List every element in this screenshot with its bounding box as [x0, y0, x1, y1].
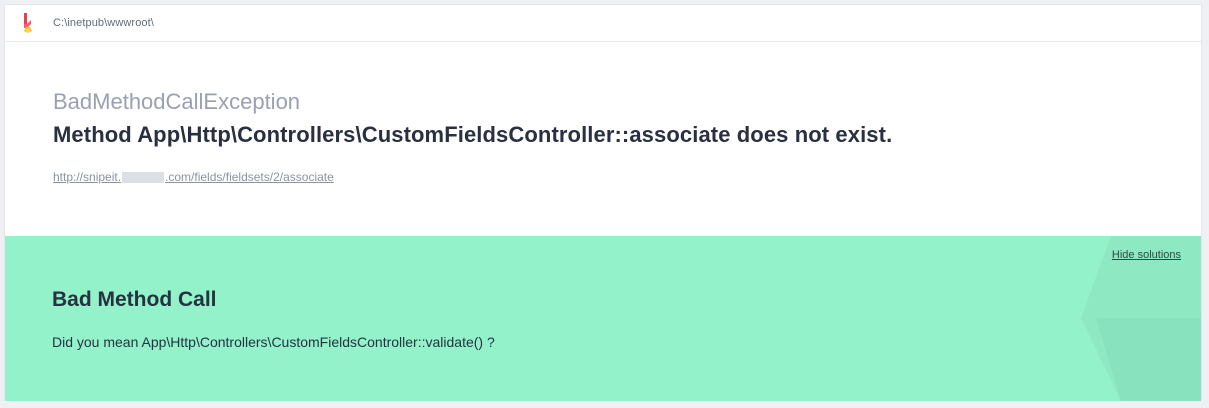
url-prefix: http://snipeit.: [53, 170, 122, 184]
redacted-block: [122, 171, 165, 183]
request-url-link[interactable]: http://snipeit. .com/fields/fieldsets/2/…: [53, 170, 334, 184]
app-path: C:\inetpub\wwwroot\: [53, 17, 154, 29]
solution-title: Bad Method Call: [52, 288, 217, 311]
exception-class: BadMethodCallException: [53, 89, 301, 114]
solution-panel: Hide solutions Bad Method Call Did you m…: [5, 236, 1201, 401]
solution-text: Did you mean App\Http\Controllers\Custom…: [52, 334, 495, 350]
top-bar: C:\inetpub\wwwroot\: [5, 5, 1201, 42]
error-page: C:\inetpub\wwwroot\ BadMethodCallExcepti…: [4, 4, 1202, 401]
ignition-logo-icon: [21, 12, 35, 34]
exception-message: Method App\Http\Controllers\CustomFields…: [53, 122, 893, 147]
hide-solutions-link[interactable]: Hide solutions: [1112, 249, 1181, 261]
url-suffix: .com/fields/fieldsets/2/associate: [165, 170, 334, 184]
